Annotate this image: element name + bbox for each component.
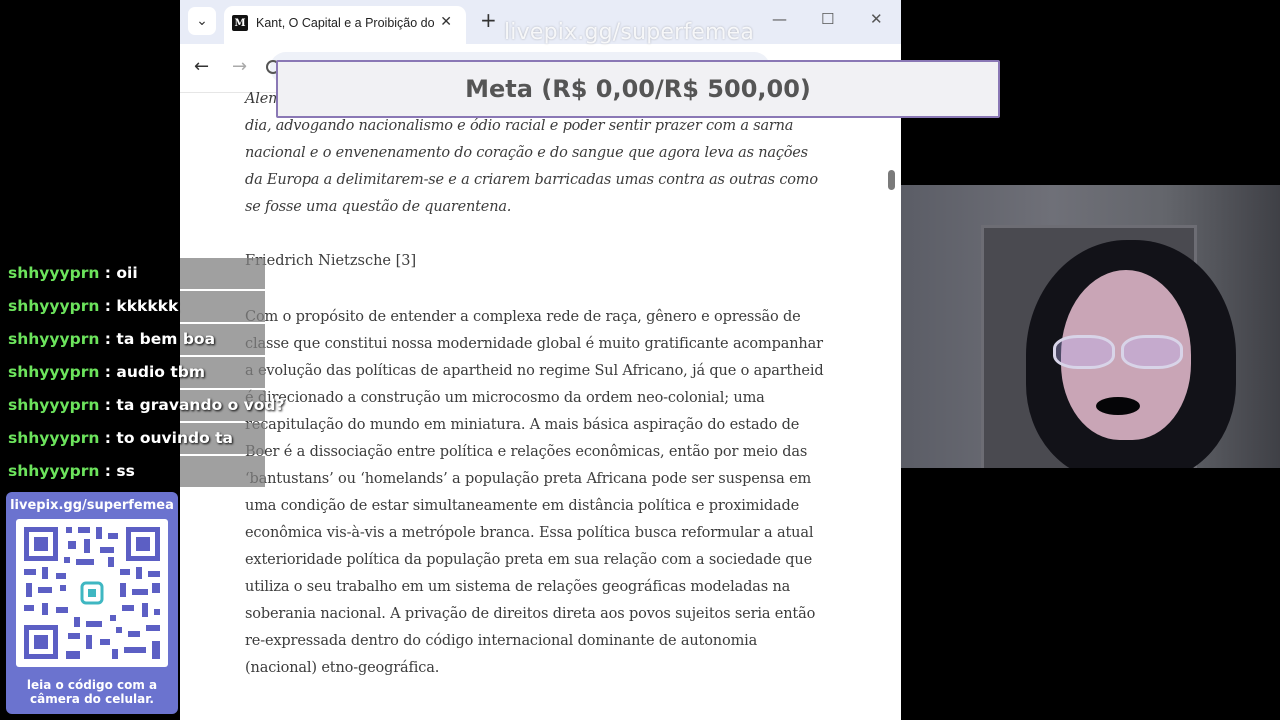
- maximize-icon[interactable]: ☐: [821, 10, 834, 28]
- donation-goal-text: Meta (R$ 0,00/R$ 500,00): [465, 75, 811, 103]
- glasses: [1053, 335, 1183, 369]
- qr-code-panel: livepix.gg/superfemea leia o código com …: [6, 492, 178, 714]
- streamer-lips: [1096, 397, 1140, 415]
- chat-separator: :: [104, 462, 111, 480]
- chat-message: shhyyyprn : audio tbm: [8, 361, 285, 394]
- article-paragraph: Com o propósito de entender a complexa r…: [245, 309, 824, 676]
- close-icon[interactable]: ✕: [440, 14, 452, 30]
- article-content: Alem dia, advogando nacionalismo e ódio r…: [245, 86, 825, 682]
- quote-text: dia, advogando nacionalismo e ódio racia…: [245, 118, 818, 215]
- qr-code: [16, 519, 168, 667]
- qr-caption-line2: câmera do celular.: [30, 692, 154, 706]
- chat-text: to ouvindo ta: [116, 429, 234, 447]
- chat-overlay: shhyyyprn : oii shhyyyprn : kkkkkk shhyy…: [8, 262, 285, 493]
- chat-message: shhyyyprn : kkkkkk: [8, 295, 285, 328]
- tab-title: Kant, O Capital e a Proibição do: [256, 16, 434, 30]
- chat-message: shhyyyprn : to ouvindo ta: [8, 427, 285, 460]
- chat-text: oii: [116, 264, 138, 282]
- chat-separator: :: [104, 297, 111, 315]
- chat-message: shhyyyprn : oii: [8, 262, 285, 295]
- minimize-icon[interactable]: —: [772, 10, 787, 28]
- chat-message: shhyyyprn : ta bem boa: [8, 328, 285, 361]
- chat-message: shhyyyprn : ss: [8, 460, 285, 493]
- livepix-watermark: livepix.gg/superfemea: [504, 20, 755, 45]
- chat-text: kkkkkk: [116, 297, 179, 315]
- chat-username: shhyyyprn: [8, 297, 100, 315]
- tab-active[interactable]: M Kant, O Capital e a Proibição do ✕: [224, 6, 466, 44]
- back-arrow-icon[interactable]: ←: [194, 56, 209, 77]
- qr-code-graphic: [24, 527, 160, 659]
- chat-text: ta bem boa: [116, 330, 216, 348]
- site-favicon: M: [232, 15, 248, 31]
- qr-caption-line1: leia o código com a: [26, 678, 158, 692]
- chat-username: shhyyyprn: [8, 396, 100, 414]
- qr-url: livepix.gg/superfemea: [10, 498, 174, 513]
- webcam-feed: [901, 185, 1280, 468]
- glasses-lens-left: [1053, 335, 1115, 369]
- chat-message: shhyyyprn : ta gravando o vod?: [8, 394, 285, 427]
- chat-text: audio tbm: [116, 363, 206, 381]
- chat-separator: :: [104, 396, 111, 414]
- forward-arrow-icon[interactable]: →: [232, 56, 247, 77]
- window-close-icon[interactable]: ✕: [870, 10, 883, 28]
- chat-username: shhyyyprn: [8, 264, 100, 282]
- chat-text: ss: [116, 462, 135, 480]
- chat-separator: :: [104, 264, 111, 282]
- chat-separator: :: [104, 330, 111, 348]
- chat-username: shhyyyprn: [8, 330, 100, 348]
- chat-separator: :: [104, 363, 111, 381]
- chat-username: shhyyyprn: [8, 462, 100, 480]
- donation-goal-box: Meta (R$ 0,00/R$ 500,00): [276, 60, 1000, 118]
- chat-text: ta gravando o vod?: [116, 396, 285, 414]
- plus-icon[interactable]: +: [480, 10, 497, 30]
- quote-author: Friedrich Nietzsche [3]: [245, 253, 417, 269]
- qr-caption: leia o código com a câmera do celular.: [6, 678, 178, 706]
- scrollbar-thumb[interactable]: [888, 170, 895, 190]
- chevron-down-icon[interactable]: ⌄: [188, 7, 216, 35]
- chat-username: shhyyyprn: [8, 429, 100, 447]
- glasses-lens-right: [1121, 335, 1183, 369]
- chat-separator: :: [104, 429, 111, 447]
- chat-username: shhyyyprn: [8, 363, 100, 381]
